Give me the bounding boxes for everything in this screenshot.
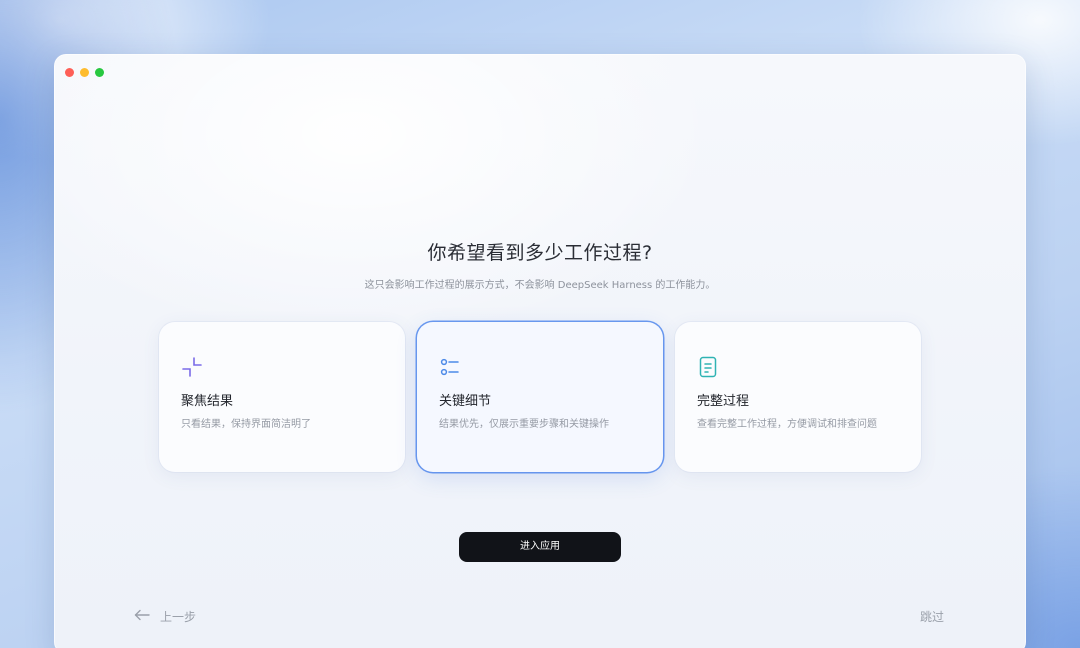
- option-description: 只看结果，保持界面简洁明了: [181, 419, 311, 430]
- enter-app-button[interactable]: 进入应用: [459, 532, 621, 562]
- window-controls: [65, 68, 104, 77]
- option-title: 完整过程: [697, 394, 750, 409]
- skip-button[interactable]: 跳过: [920, 608, 944, 625]
- option-description: 查看完整工作过程，方便调试和排查问题: [697, 419, 877, 430]
- option-title: 关键细节: [439, 394, 492, 409]
- arrow-left-icon: [134, 609, 150, 624]
- option-description: 结果优先，仅展示重要步骤和关键操作: [439, 419, 609, 430]
- minimize-window-button[interactable]: [80, 68, 89, 77]
- app-window: 你希望看到多少工作过程? 这只会影响工作过程的展示方式，不会影响 DeepSee…: [54, 54, 1026, 648]
- document-icon: [697, 356, 719, 378]
- option-card-focus-results[interactable]: 聚焦结果 只看结果，保持界面简洁明了: [159, 322, 405, 472]
- maximize-window-button[interactable]: [95, 68, 104, 77]
- option-title: 聚焦结果: [181, 394, 234, 409]
- page-subtitle: 这只会影响工作过程的展示方式，不会影响 DeepSeek Harness 的工作…: [364, 280, 716, 291]
- collapse-icon: [181, 356, 203, 378]
- page-title: 你希望看到多少工作过程?: [427, 242, 653, 264]
- back-button[interactable]: 上一步: [134, 608, 196, 625]
- option-card-full-process[interactable]: 完整过程 查看完整工作过程，方便调试和排查问题: [675, 322, 921, 472]
- close-window-button[interactable]: [65, 68, 74, 77]
- option-card-key-details[interactable]: 关键细节 结果优先，仅展示重要步骤和关键操作: [417, 322, 663, 472]
- list-icon: [439, 356, 461, 378]
- back-label: 上一步: [160, 610, 197, 624]
